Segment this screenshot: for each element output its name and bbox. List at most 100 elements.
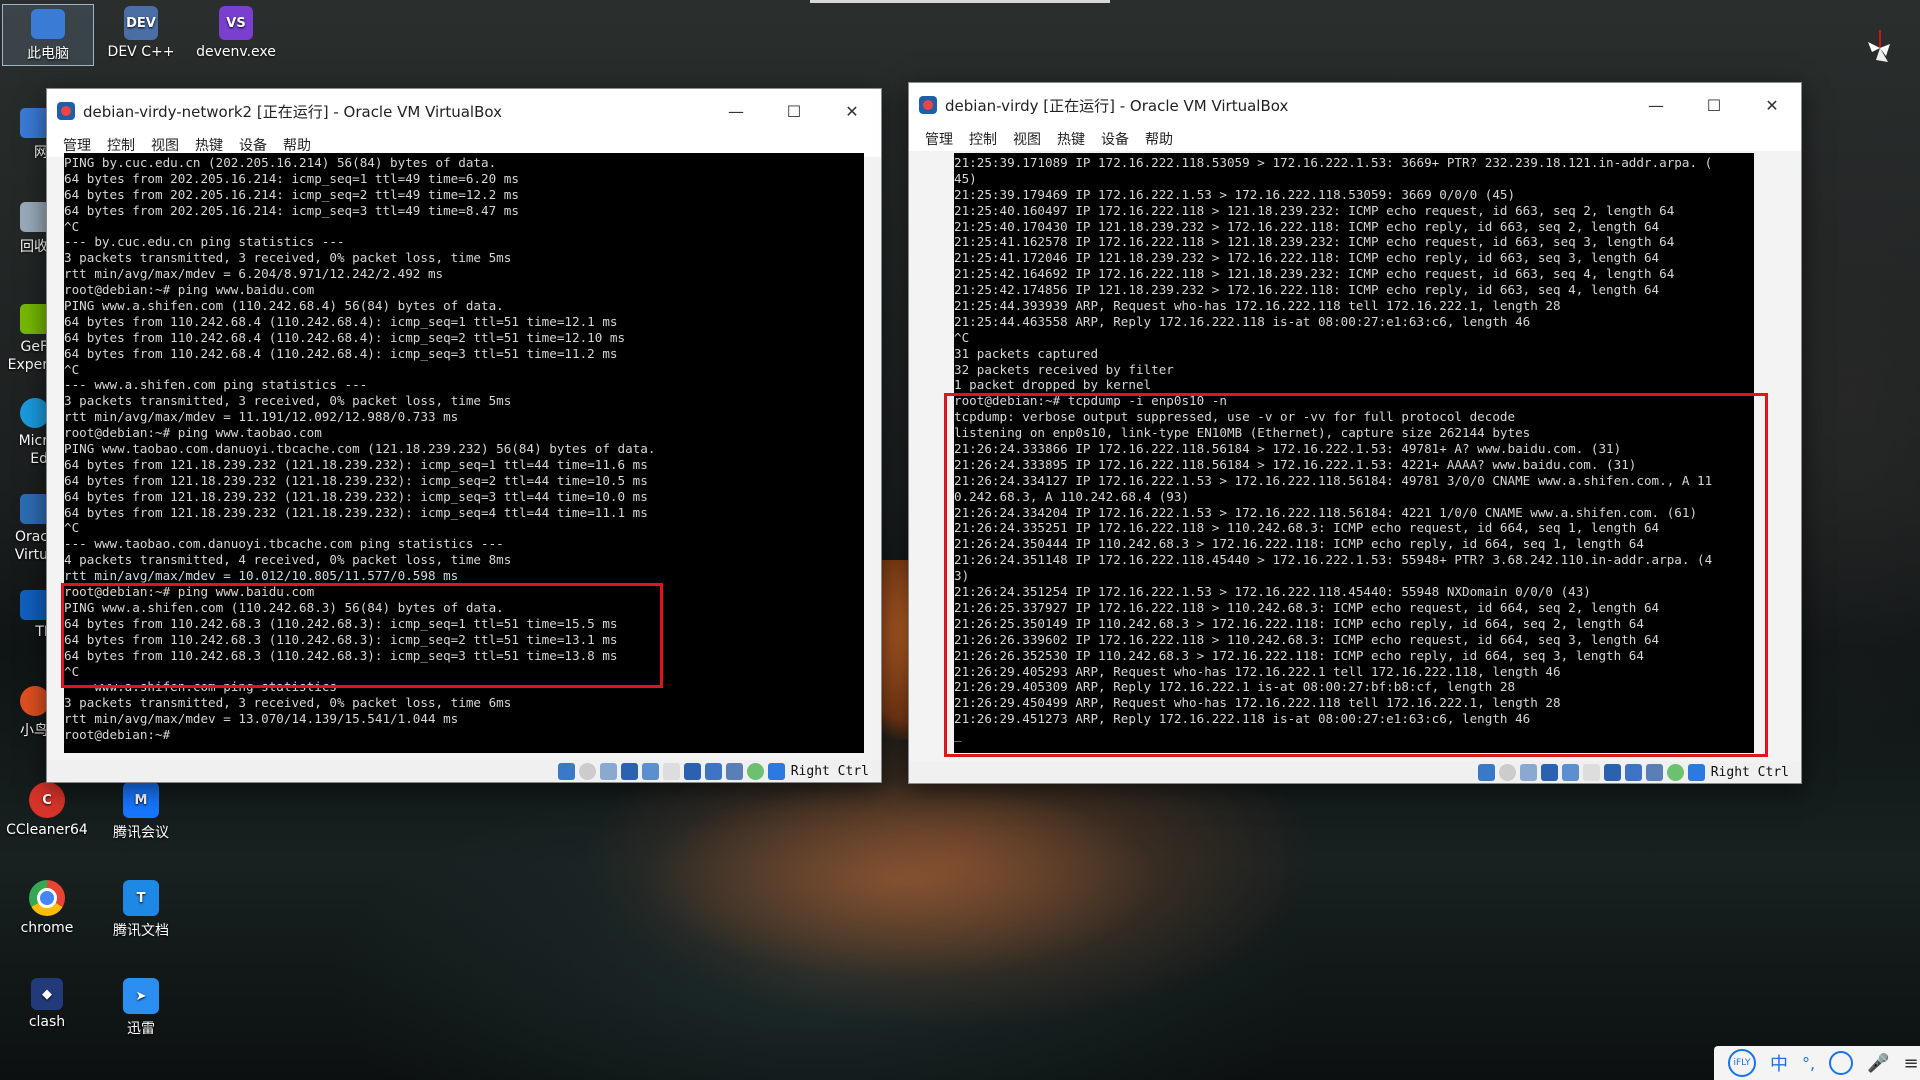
close-button[interactable]: ✕: [1743, 83, 1801, 127]
usb-icon[interactable]: [641, 762, 659, 780]
terminal-line: ^C: [64, 218, 80, 234]
guest-additions-icon[interactable]: [1666, 763, 1684, 781]
terminal-line: 64 bytes from 121.18.239.232 (121.18.239…: [64, 504, 648, 520]
tencent-docs-icon: T: [123, 880, 159, 916]
optical-disk-icon[interactable]: [578, 762, 596, 780]
terminal-line: 21:25:40.160497 IP 172.16.222.118 > 121.…: [954, 202, 1675, 218]
desktop-icon-chrome[interactable]: chrome: [2, 880, 92, 936]
desktop-icon-devenv[interactable]: VS devenv.exe: [191, 6, 281, 60]
terminal-line: 21:26:29.451273 ARP, Reply 172.16.222.11…: [954, 711, 1531, 727]
menu-control[interactable]: 控制: [961, 129, 1005, 149]
menu-view[interactable]: 视图: [143, 135, 187, 155]
title-bar[interactable]: debian-virdy [正在运行] - Oracle VM VirtualB…: [909, 83, 1801, 127]
terminal-line: root@debian:~# ping www.taobao.com: [64, 425, 322, 441]
desktop-icon-xunlei[interactable]: ➤ 迅雷: [96, 978, 186, 1038]
punctuation-icon[interactable]: °,: [1802, 1054, 1815, 1073]
title-bar[interactable]: debian-virdy-network2 [正在运行] - Oracle VM…: [47, 89, 881, 133]
desktop-icon-virtualbox-partial[interactable]: Orac Virtu: [0, 494, 48, 564]
desktop-icon-this-pc[interactable]: 此电脑: [2, 4, 94, 66]
video-capture-icon[interactable]: [704, 762, 722, 780]
maximize-button[interactable]: ☐: [1685, 83, 1743, 127]
menu-devices[interactable]: 设备: [1093, 129, 1137, 149]
terminal-line: 64 bytes from 121.18.239.232 (121.18.239…: [64, 456, 648, 472]
maximize-button[interactable]: ☐: [765, 89, 823, 133]
desktop-icon-devcpp[interactable]: DEV DEV C++: [96, 6, 186, 60]
desktop-icon-network-partial[interactable]: 网: [0, 108, 48, 162]
more-icon[interactable]: ≡: [1904, 1053, 1919, 1074]
cpu-icon[interactable]: [725, 762, 743, 780]
terminal-line: PING www.a.shifen.com (110.242.68.4) 56(…: [64, 298, 504, 314]
vm-screen[interactable]: 21:25:39.171089 IP 172.16.222.118.53059 …: [954, 153, 1754, 753]
menu-view[interactable]: 视图: [1005, 129, 1049, 149]
devcpp-icon: DEV: [124, 6, 158, 40]
display-icon[interactable]: [1603, 763, 1621, 781]
network-adapter-icon[interactable]: [620, 762, 638, 780]
terminal-line: _: [954, 727, 962, 743]
ccleaner-icon: C: [29, 782, 65, 818]
menu-manage[interactable]: 管理: [917, 129, 961, 149]
cpu-icon[interactable]: [1645, 763, 1663, 781]
video-capture-icon[interactable]: [1624, 763, 1642, 781]
ifly-icon[interactable]: iFLY: [1728, 1049, 1756, 1077]
host-key-label: Right Ctrl: [1710, 764, 1789, 780]
network-adapter-icon[interactable]: [1540, 763, 1558, 781]
status-bar: Right Ctrl: [47, 760, 881, 782]
desktop-icon-recycle-partial[interactable]: 回收: [0, 202, 48, 256]
vm-screen[interactable]: PING by.cuc.edu.cn (202.205.16.214) 56(8…: [64, 153, 864, 753]
desktop-icon-ccleaner[interactable]: C CCleaner64: [2, 782, 92, 838]
audio-icon[interactable]: [599, 762, 617, 780]
terminal-line: ^C: [64, 520, 80, 536]
menu-help[interactable]: 帮助: [1137, 129, 1181, 149]
terminal-line: rtt min/avg/max/mdev = 10.012/10.805/11.…: [64, 568, 459, 584]
terminal-line: 64 bytes from 121.18.239.232 (121.18.239…: [64, 488, 648, 504]
menu-manage[interactable]: 管理: [55, 135, 99, 155]
mouse-integration-icon[interactable]: [767, 762, 785, 780]
vm-window-network2[interactable]: debian-virdy-network2 [正在运行] - Oracle VM…: [46, 88, 882, 783]
terminal-line: 21:26:26.352530 IP 110.242.68.3 > 172.16…: [954, 647, 1644, 663]
terminal-line: 31 packets captured: [954, 345, 1099, 361]
microphone-icon[interactable]: 🎤: [1867, 1053, 1889, 1074]
usb-icon[interactable]: [1561, 763, 1579, 781]
terminal-line: ^C: [954, 329, 970, 345]
shared-folder-icon[interactable]: [662, 762, 680, 780]
mouse-integration-icon[interactable]: [1687, 763, 1705, 781]
terminal-line: --- www.a.shifen.com ping statistics ---: [64, 679, 368, 695]
bird-icon: [20, 686, 48, 716]
vm-window-virdy[interactable]: debian-virdy [正在运行] - Oracle VM VirtualB…: [908, 82, 1802, 784]
storage-icon[interactable]: [557, 762, 575, 780]
desktop-icon-tencent-docs[interactable]: T 腾讯文档: [96, 880, 186, 940]
terminal-line: 21:26:29.450499 ARP, Request who-has 172…: [954, 695, 1561, 711]
minimize-button[interactable]: —: [1627, 83, 1685, 127]
terminal-line: 21:25:44.393939 ARP, Request who-has 172…: [954, 298, 1561, 314]
terminal-output: 21:25:39.171089 IP 172.16.222.118.53059 …: [954, 153, 1754, 743]
minimize-button[interactable]: —: [707, 89, 765, 133]
storage-icon[interactable]: [1477, 763, 1495, 781]
display-icon[interactable]: [683, 762, 701, 780]
ifly-voice-icon[interactable]: [1829, 1051, 1854, 1075]
menu-devices[interactable]: 设备: [231, 135, 275, 155]
desktop-icon-tencent-meeting[interactable]: M 腾讯会议: [96, 782, 186, 842]
ime-chinese-mode[interactable]: 中: [1770, 1050, 1788, 1076]
terminal-line: ^C: [64, 663, 80, 679]
desktop-icon-geforce-partial[interactable]: GeF Exper: [0, 304, 48, 374]
terminal-line: 21:26:24.335251 IP 172.16.222.118 > 110.…: [954, 520, 1660, 536]
guest-additions-icon[interactable]: [746, 762, 764, 780]
desktop-icon-edge-partial[interactable]: Micr Ed: [0, 398, 48, 468]
terminal-line: 21:26:25.350149 IP 110.242.68.3 > 172.16…: [954, 615, 1644, 631]
close-button[interactable]: ✕: [823, 89, 881, 133]
menu-hotkey[interactable]: 热键: [1049, 129, 1093, 149]
audio-icon[interactable]: [1519, 763, 1537, 781]
desktop-icon-clash[interactable]: ◆ clash: [2, 978, 92, 1030]
terminal-line: 0.242.68.3, A 110.242.68.4 (93): [954, 488, 1190, 504]
menu-help[interactable]: 帮助: [275, 135, 319, 155]
menu-hotkey[interactable]: 热键: [187, 135, 231, 155]
terminal-line: listening on enp0s10, link-type EN10MB (…: [954, 425, 1531, 441]
desktop-icon-ti-partial[interactable]: TI: [0, 590, 48, 640]
optical-disk-icon[interactable]: [1498, 763, 1516, 781]
desktop-icon-bird-partial[interactable]: 小鸟: [0, 686, 48, 740]
terminal-line: 3 packets transmitted, 3 received, 0% pa…: [64, 393, 512, 409]
computer-icon: [31, 9, 65, 39]
terminal-line: 1 packet dropped by kernel: [954, 377, 1152, 393]
shared-folder-icon[interactable]: [1582, 763, 1600, 781]
menu-control[interactable]: 控制: [99, 135, 143, 155]
